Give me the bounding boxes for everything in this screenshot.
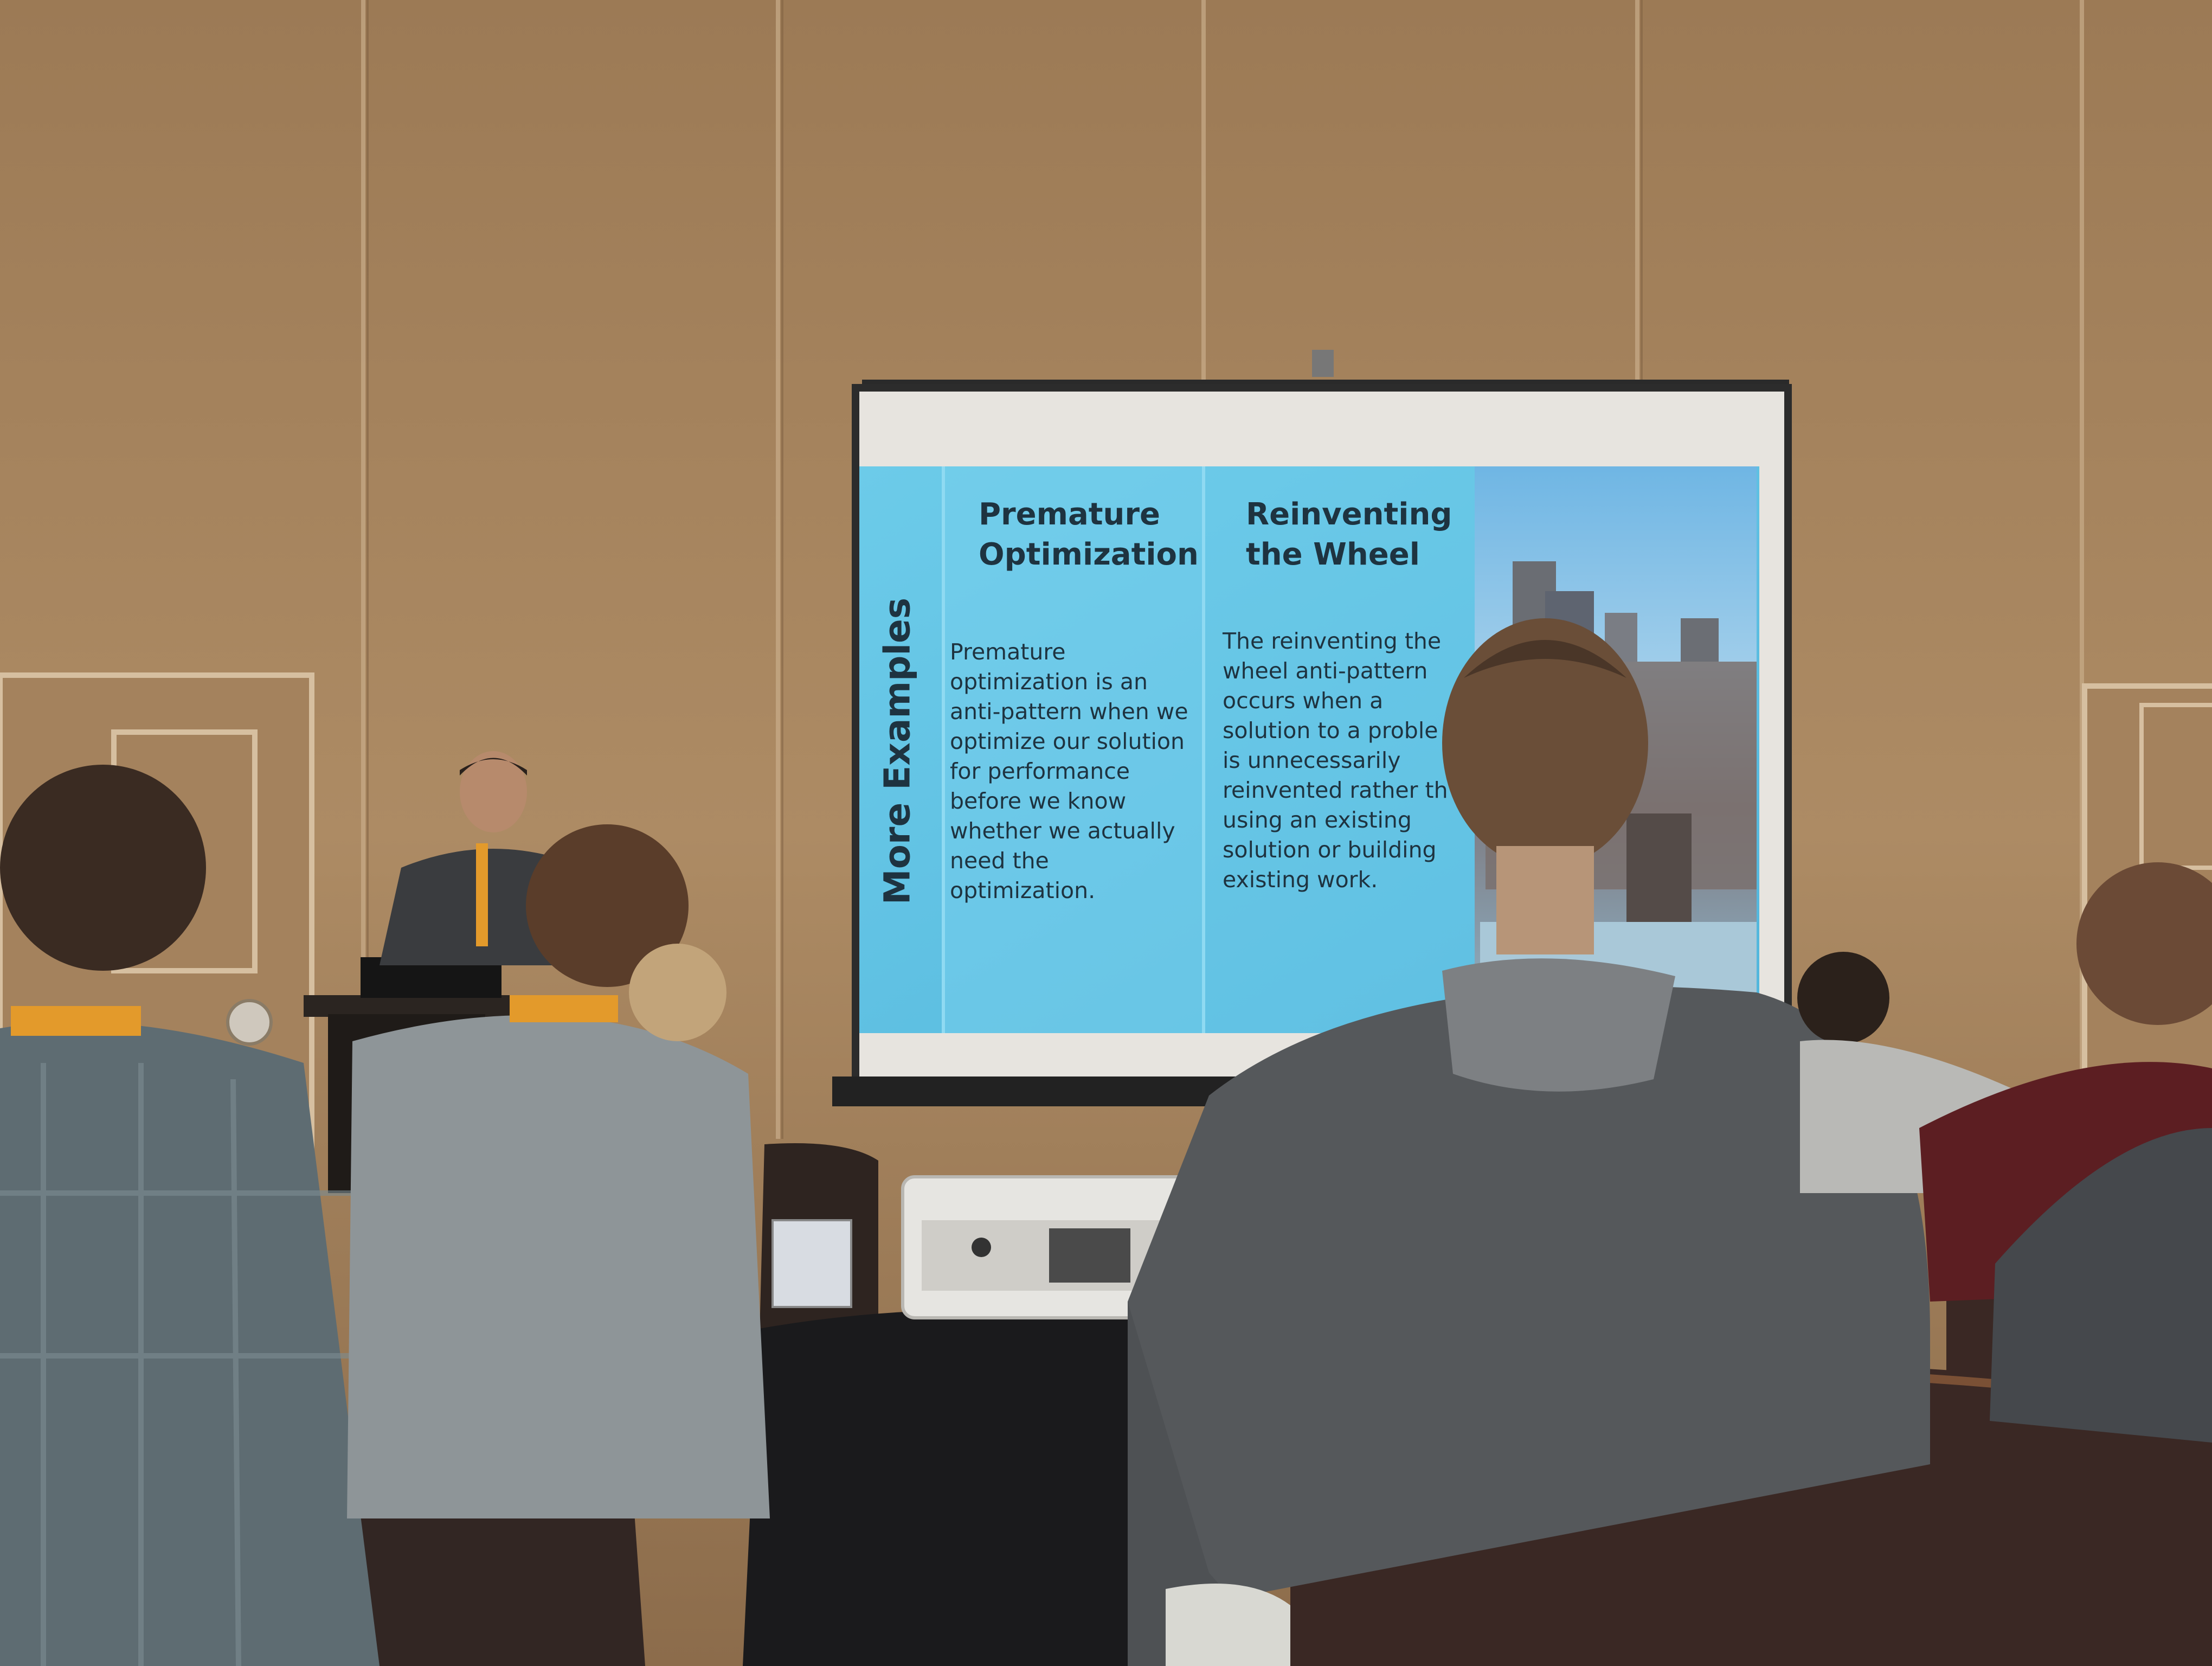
column-title-premature-optimization: Premature Optimization — [979, 497, 1199, 572]
slide-side-title: More Examples — [851, 598, 943, 905]
column-body-premature-optimization: Premature optimization is an anti-patter… — [950, 639, 1188, 904]
column-title-reinventing-the-wheel: Reinventing the Wheel — [1246, 497, 1452, 572]
laptop — [771, 1219, 852, 1308]
slide-side-title-text: More Examples — [876, 597, 918, 905]
column-body-reinventing-the-wheel: The reinventing the wheel anti-pattern o… — [1223, 628, 1448, 893]
